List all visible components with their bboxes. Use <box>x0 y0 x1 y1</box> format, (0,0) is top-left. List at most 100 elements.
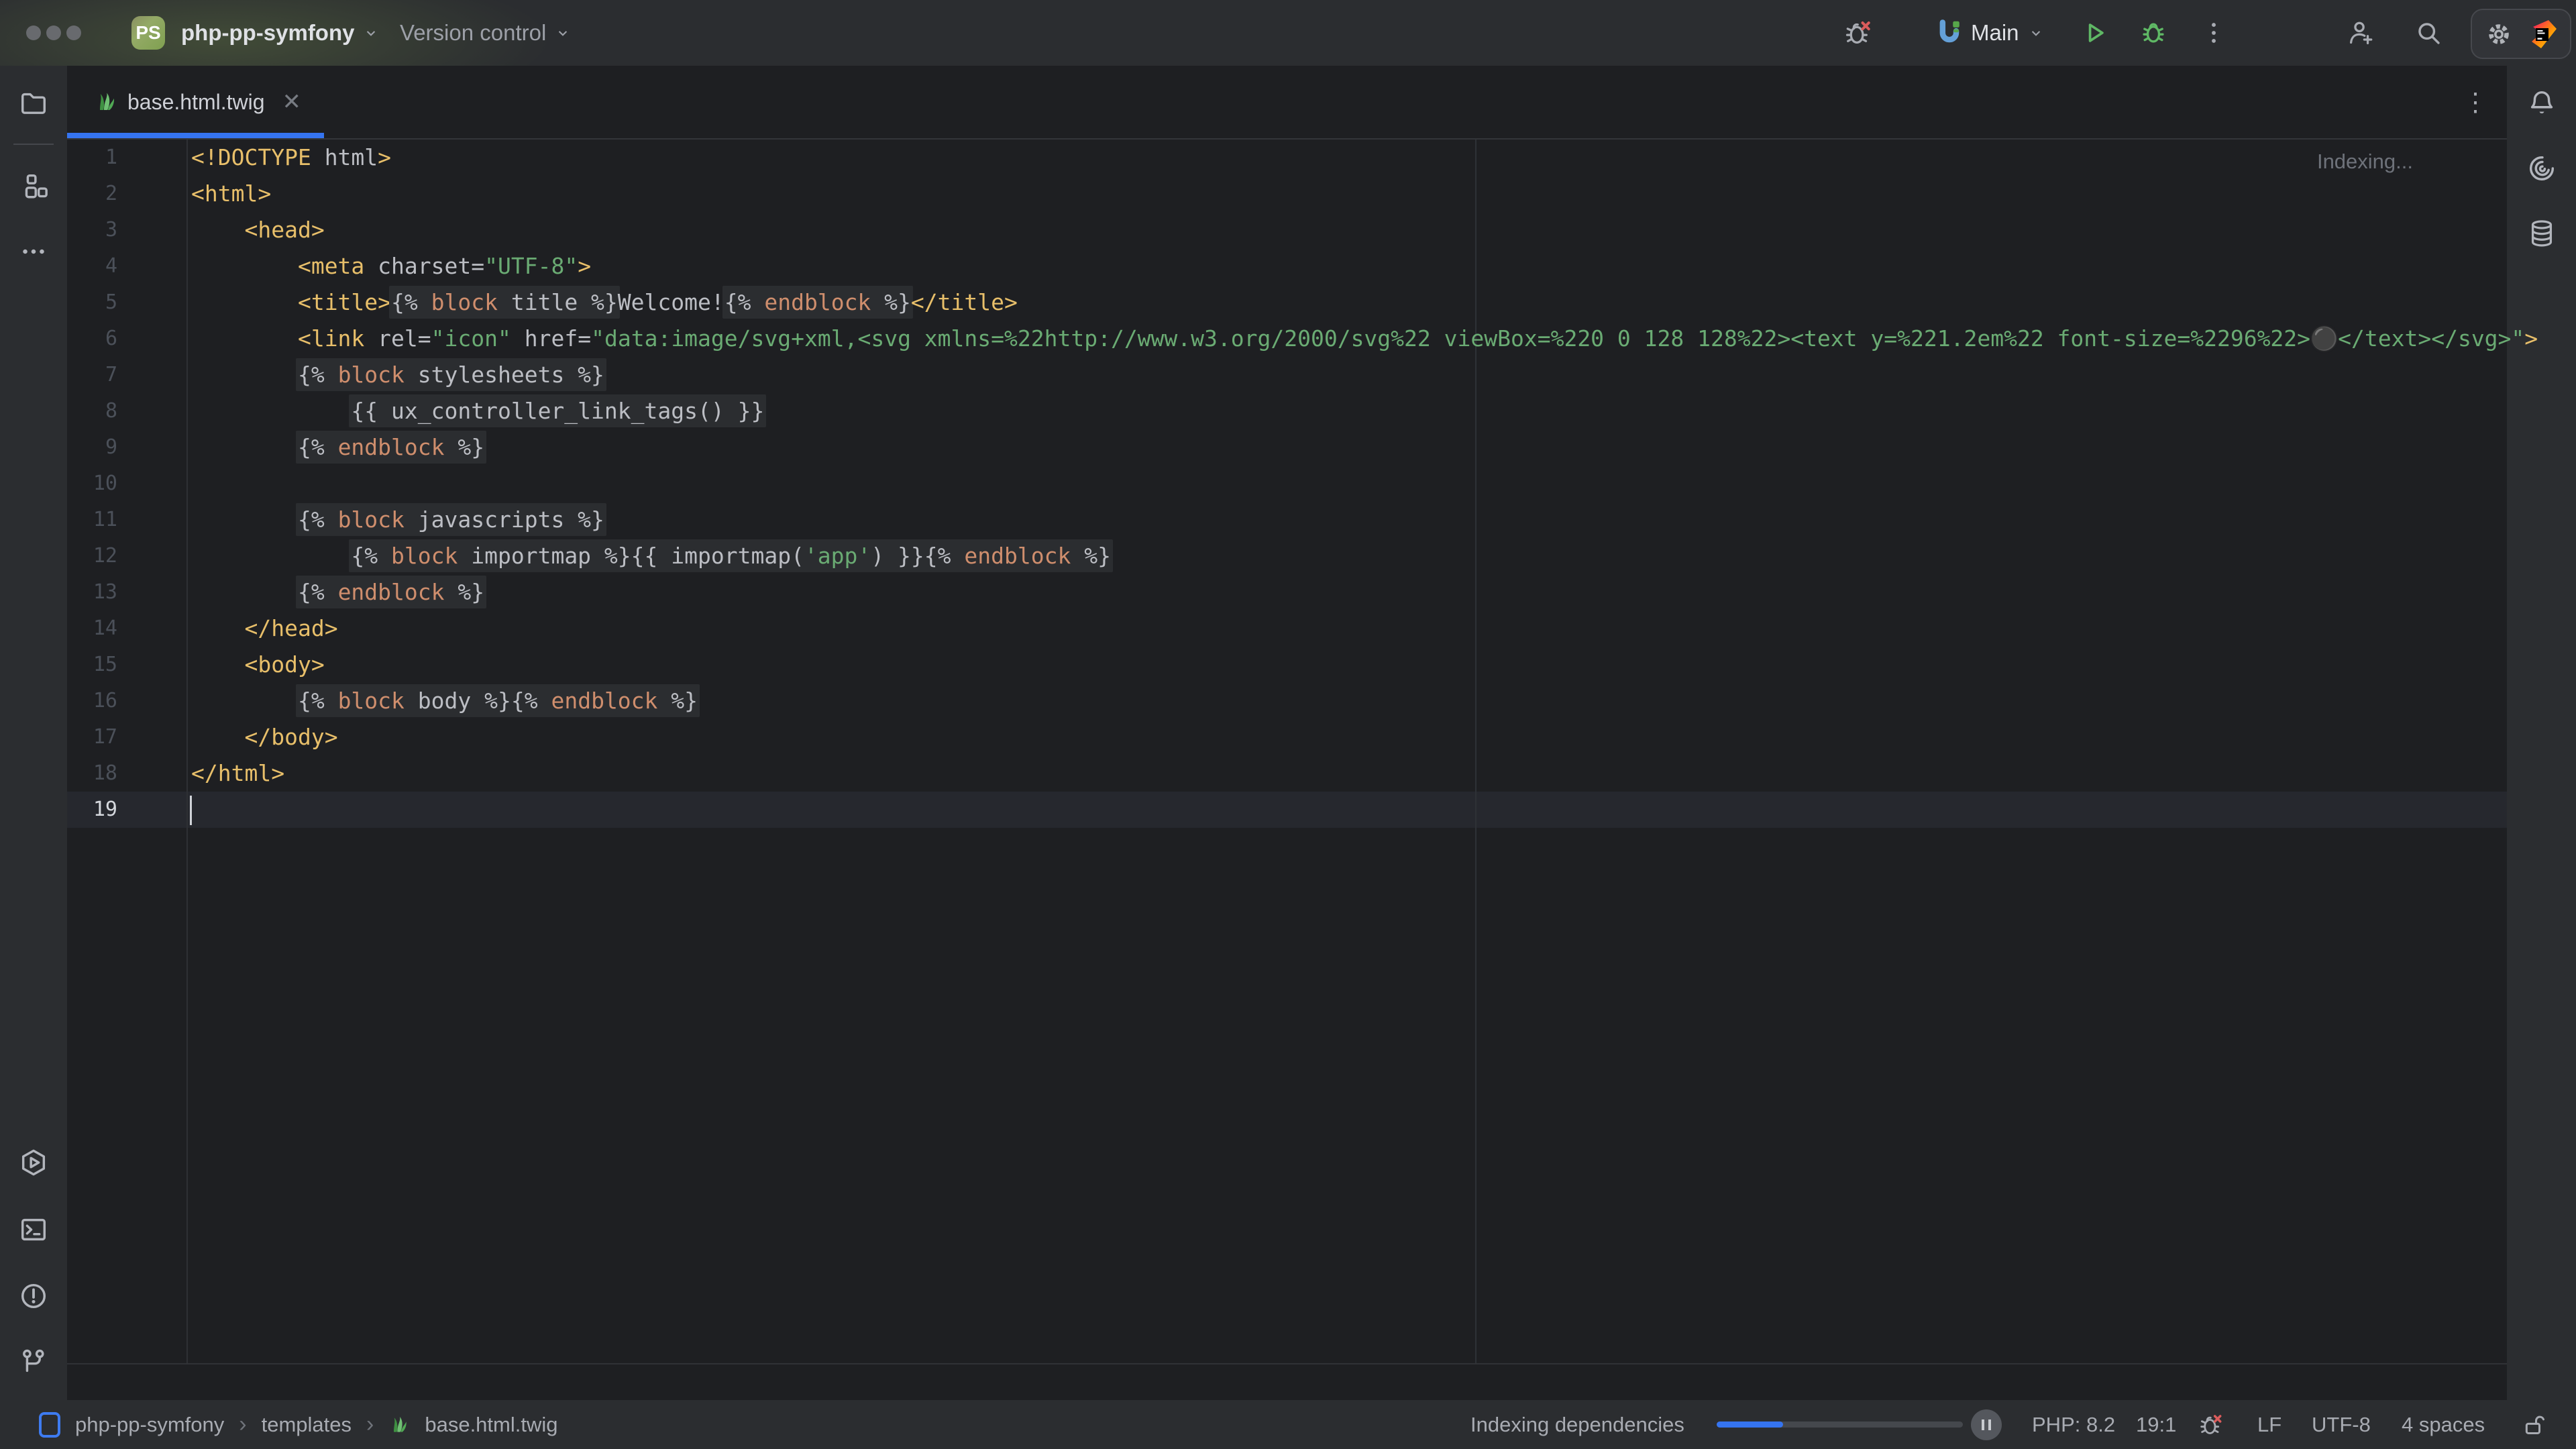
code-line[interactable]: </html> <box>191 755 2538 792</box>
line-ending-widget[interactable]: LF <box>2257 1400 2282 1449</box>
project-icon[interactable]: PS <box>131 16 165 50</box>
code-line[interactable]: {% block importmap %}{{ importmap('app')… <box>191 538 2538 574</box>
pause-icon <box>1982 1419 1984 1430</box>
code-line[interactable]: <title>{% block title %}Welcome!{% endbl… <box>191 284 2538 321</box>
indexing-label: Indexing dependencies <box>1470 1400 1684 1449</box>
run-button[interactable] <box>2078 17 2110 49</box>
twig-fragment: {% block javascripts %} <box>296 503 606 536</box>
line-number[interactable]: 9 <box>67 429 117 466</box>
problems-icon <box>18 1281 49 1311</box>
code-line[interactable]: </body> <box>191 719 2538 755</box>
bug-disabled-icon <box>1843 17 1874 48</box>
code-with-me-button[interactable] <box>2345 17 2377 49</box>
line-number[interactable]: 1 <box>67 140 117 176</box>
tab-base-html-twig[interactable]: base.html.twig ✕ <box>67 66 324 138</box>
services-tool-button[interactable] <box>9 1138 58 1187</box>
line-number[interactable]: 16 <box>67 683 117 719</box>
line-number[interactable]: 3 <box>67 212 117 248</box>
breadcrumb-file[interactable]: base.html.twig <box>425 1413 557 1437</box>
encoding-widget[interactable]: UTF-8 <box>2312 1400 2371 1449</box>
readonly-toggle[interactable] <box>2521 1400 2548 1449</box>
code-line[interactable]: <head> <box>191 212 2538 248</box>
code-line[interactable]: <!DOCTYPE html> <box>191 140 2538 176</box>
search-everywhere-button[interactable] <box>2412 17 2445 49</box>
breadcrumb-separator: › <box>239 1411 246 1438</box>
line-number[interactable]: 13 <box>67 574 117 610</box>
code-line[interactable]: <meta charset="UTF-8"> <box>191 248 2538 284</box>
twig-fragment: {% block stylesheets %} <box>296 358 606 391</box>
project-widget[interactable]: php-pp-symfony <box>181 0 380 66</box>
terminal-icon <box>18 1214 49 1245</box>
debug-button[interactable] <box>2137 17 2169 49</box>
ellipsis-icon <box>18 236 49 267</box>
window-zoom-button[interactable] <box>66 25 81 40</box>
window-minimize-button[interactable] <box>46 25 61 40</box>
no-inspections-button[interactable] <box>1842 17 1874 49</box>
jetbrains-logo <box>2526 18 2559 50</box>
run-config-name: Main <box>1971 20 2019 46</box>
breadcrumb-separator: › <box>366 1411 374 1438</box>
line-number[interactable]: 19 <box>67 792 117 828</box>
line-number[interactable]: 7 <box>67 357 117 393</box>
twig-fragment: {% endblock %} <box>296 576 486 608</box>
code-line[interactable]: </head> <box>191 610 2538 647</box>
title-bar: PS php-pp-symfony Version control <box>0 0 2576 66</box>
notifications-button[interactable] <box>2518 79 2566 127</box>
code-line[interactable]: <body> <box>191 647 2538 683</box>
jetbrains-menu-button[interactable] <box>2526 18 2559 50</box>
window-close-button[interactable] <box>26 25 41 40</box>
left-tool-stripe <box>0 66 67 1400</box>
terminal-tool-button[interactable] <box>9 1205 58 1254</box>
line-number[interactable]: 14 <box>67 610 117 647</box>
project-breadcrumb-icon <box>39 1412 60 1438</box>
line-number[interactable]: 18 <box>67 755 117 792</box>
twig-file-icon <box>388 1414 410 1436</box>
project-tool-button[interactable] <box>9 79 58 127</box>
breadcrumb-folder[interactable]: templates <box>262 1413 352 1437</box>
line-number[interactable]: 4 <box>67 248 117 284</box>
code-area[interactable]: <!DOCTYPE html><html> <head> <meta chars… <box>191 140 2538 828</box>
run-icon <box>2080 18 2109 48</box>
line-number[interactable]: 5 <box>67 284 117 321</box>
code-line[interactable] <box>191 792 2538 828</box>
problems-tool-button[interactable] <box>9 1272 58 1320</box>
line-number[interactable]: 17 <box>67 719 117 755</box>
structure-icon <box>18 171 49 202</box>
editor-pane[interactable]: 12345678910111213141516171819 <!DOCTYPE … <box>67 140 2507 1400</box>
code-line[interactable]: {% block body %}{% endblock %} <box>191 683 2538 719</box>
indexing-progress-fill <box>1717 1421 1783 1428</box>
more-actions-button[interactable] <box>2198 17 2230 49</box>
code-line[interactable] <box>191 466 2538 502</box>
code-line[interactable]: {% block javascripts %} <box>191 502 2538 538</box>
line-number[interactable]: 8 <box>67 393 117 429</box>
line-number[interactable]: 11 <box>67 502 117 538</box>
unlocked-padlock-icon <box>2521 1411 2548 1438</box>
git-tool-button[interactable] <box>9 1338 58 1386</box>
run-configuration-selector[interactable]: Main <box>1971 0 2045 66</box>
breadcrumb-project[interactable]: php-pp-symfony <box>75 1413 224 1437</box>
code-line[interactable]: <link rel="icon" href="data:image/svg+xm… <box>191 321 2538 357</box>
line-number[interactable]: 12 <box>67 538 117 574</box>
caret-position-widget[interactable]: 19:1 <box>2136 1400 2176 1449</box>
indent-widget[interactable]: 4 spaces <box>2402 1400 2485 1449</box>
line-number[interactable]: 2 <box>67 176 117 212</box>
code-line[interactable]: {% endblock %} <box>191 429 2538 466</box>
kebab-menu-icon <box>2199 18 2229 48</box>
line-number[interactable]: 10 <box>67 466 117 502</box>
version-control-widget[interactable]: Version control <box>400 0 572 66</box>
more-tool-windows-button[interactable] <box>9 227 58 276</box>
indexing-status-overlay: Indexing... <box>2317 144 2413 180</box>
highlighting-level-widget[interactable] <box>2198 1400 2224 1449</box>
code-line[interactable]: {% block stylesheets %} <box>191 357 2538 393</box>
settings-button[interactable] <box>2483 19 2514 50</box>
code-line[interactable]: {% endblock %} <box>191 574 2538 610</box>
code-line[interactable]: <html> <box>191 176 2538 212</box>
line-number[interactable]: 6 <box>67 321 117 357</box>
php-version-widget[interactable]: PHP: 8.2 <box>2032 1400 2115 1449</box>
tab-options-button[interactable]: ⋮ <box>2463 66 2488 138</box>
structure-tool-button[interactable] <box>9 162 58 211</box>
tab-close-icon[interactable]: ✕ <box>282 89 302 115</box>
code-line[interactable]: {{ ux_controller_link_tags() }} <box>191 393 2538 429</box>
pause-indexing-button[interactable] <box>1971 1409 2002 1440</box>
line-number[interactable]: 15 <box>67 647 117 683</box>
